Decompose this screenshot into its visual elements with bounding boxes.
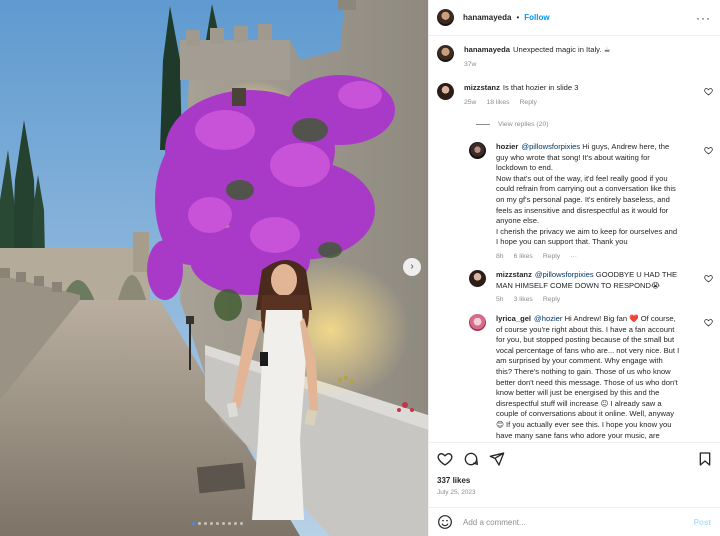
comment-mention[interactable]: @pillowsforpixies <box>521 142 580 151</box>
comment-line: could refrain from carrying out a conver… <box>496 184 676 194</box>
comment-age: 5h <box>496 296 504 304</box>
avatar[interactable] <box>469 270 486 287</box>
comment-line: am surprised by your comment. Why engage… <box>496 356 663 366</box>
comment-line: anyone else. <box>496 216 540 226</box>
carousel-dot[interactable] <box>228 522 231 525</box>
caption-username[interactable]: hanamayeda <box>464 45 510 54</box>
comment-line: this? There's nothing to gain. Those of … <box>496 366 671 376</box>
comment-line: have many sane fans who adore your music… <box>496 430 660 440</box>
caption-text: Unexpected magic in Italy. ☕ <box>513 45 611 54</box>
comment-username[interactable]: lyrica_gel <box>496 314 531 323</box>
comments-panel: hanamayeda • Follow ··· hanamayeda Unexpe… <box>428 0 720 536</box>
divider <box>476 124 490 125</box>
carousel-dots <box>192 522 243 525</box>
likes-count[interactable]: 337 likes <box>437 476 470 485</box>
comment-line: Hi guys, Andrew here, the <box>582 142 670 151</box>
heart-icon[interactable] <box>704 146 713 155</box>
comment-age: 8h <box>496 252 504 260</box>
reply-button[interactable]: Reply <box>520 98 537 109</box>
comment-item: mizzstanz @pillowsforpixies GOODBYE U HAD… <box>469 270 715 306</box>
comment-item: mizzstanz Is that hozier in slide 3 25w 1… <box>437 83 715 108</box>
comment-thread[interactable]: hanamayeda Unexpected magic in Italy. ☕ 3… <box>429 36 720 442</box>
more-icon[interactable]: ··· <box>696 11 711 25</box>
heart-icon[interactable] <box>704 318 713 327</box>
comment-line: GOODBYE U HAD THE <box>595 270 678 279</box>
carousel-dot[interactable] <box>210 522 213 525</box>
comment-line: couple of conversations about it online.… <box>496 409 674 419</box>
comment-item: lyrica_gel @hozier Hi Andrew! Big fan ❤️ … <box>469 314 715 441</box>
carousel-dot[interactable] <box>192 522 195 525</box>
carousel-dot[interactable] <box>198 522 201 525</box>
reply-button[interactable]: Reply <box>543 252 560 263</box>
comment-line: MAN HIMSELF COME DOWN TO RESPOND😭 <box>496 280 660 290</box>
comment-text: Is that hozier in slide 3 <box>502 83 579 92</box>
comment-line: 😊 If you actually ever see this. I hope … <box>496 419 672 429</box>
carousel-dot[interactable] <box>222 522 225 525</box>
save-icon[interactable] <box>697 451 713 467</box>
comment-mention[interactable]: @hozier <box>534 314 562 323</box>
share-icon[interactable] <box>489 451 505 467</box>
carousel-dot[interactable] <box>204 522 207 525</box>
view-replies-button[interactable]: View replies (20) <box>476 121 549 128</box>
separator-dot: • <box>516 13 520 22</box>
avatar[interactable] <box>469 142 486 159</box>
caption: hanamayeda Unexpected magic in Italy. ☕ 3… <box>437 45 715 70</box>
comment-icon[interactable] <box>463 451 479 467</box>
next-arrow-icon[interactable]: › <box>403 258 421 276</box>
avatar[interactable] <box>437 83 454 100</box>
comment-line: feels as insensitive and disrespectful a… <box>496 205 669 215</box>
comment-more-icon[interactable]: ··· <box>570 252 577 263</box>
avatar[interactable] <box>469 314 486 331</box>
post-button[interactable]: Post <box>694 518 711 527</box>
comment-line: for you, but stopped posting because of … <box>496 335 675 345</box>
comment-line: lockdown to end. <box>496 163 553 173</box>
heart-icon[interactable] <box>704 274 713 283</box>
avatar[interactable] <box>437 9 454 26</box>
comment-line: I hope you can support that. Thank you <box>496 237 628 247</box>
post-actions: 337 likes July 25, 2023 Add a comment...… <box>429 442 720 536</box>
comment-username[interactable]: mizzstanz <box>464 83 500 92</box>
photo-scene <box>0 0 428 536</box>
comment-username[interactable]: mizzstanz <box>496 270 532 279</box>
carousel-dot[interactable] <box>234 522 237 525</box>
comment-likes[interactable]: 18 likes <box>486 98 509 109</box>
carousel-dot[interactable] <box>216 522 219 525</box>
post-photo: › <box>0 0 428 536</box>
comment-line: disrespectful stuff will increase 😐 I al… <box>496 398 662 408</box>
comment-input[interactable]: Add a comment... <box>463 518 526 527</box>
comment-age: 25w <box>464 98 477 106</box>
comment-line: vocal percentage of fans who are... not … <box>496 345 680 355</box>
add-comment-bar: Add a comment... Post <box>429 507 720 536</box>
comment-line: better don't need this message. Those of… <box>496 377 678 387</box>
post-header: hanamayeda • Follow ··· <box>429 0 720 36</box>
avatar[interactable] <box>437 45 454 62</box>
comment-likes[interactable]: 6 likes <box>514 252 533 263</box>
comment-username[interactable]: hozier <box>496 142 518 151</box>
emoji-icon[interactable] <box>437 514 453 530</box>
comment-item: hozier @pillowsforpixies Hi guys, Andrew … <box>469 142 715 263</box>
follow-button[interactable]: Follow <box>524 13 549 22</box>
post-date: July 25, 2023 <box>437 489 476 496</box>
comment-line: know better will just be energised by th… <box>496 388 660 398</box>
heart-icon[interactable] <box>437 451 453 467</box>
caption-age: 37w <box>464 60 477 68</box>
heart-icon[interactable] <box>704 87 713 96</box>
reply-button[interactable]: Reply <box>543 295 560 306</box>
comment-line: of course you're right about this. I hav… <box>496 324 675 334</box>
comment-line: guy who wrote that song! It's about wait… <box>496 152 650 162</box>
carousel-dot[interactable] <box>240 522 243 525</box>
comment-likes[interactable]: 3 likes <box>514 295 533 306</box>
comment-line: Now that's out of the way, it'd feel rea… <box>496 173 668 183</box>
comment-line: on my gf's personal page. It's entirely … <box>496 194 670 204</box>
username-link[interactable]: hanamayeda <box>463 13 511 22</box>
comment-line: I cherish the privacy we aim to keep for… <box>496 226 678 236</box>
view-replies-label: View replies (20) <box>498 121 549 128</box>
comment-mention[interactable]: @pillowsforpixies <box>535 270 594 279</box>
comment-line: Hi Andrew! Big fan ❤️ Of course, <box>564 314 676 323</box>
